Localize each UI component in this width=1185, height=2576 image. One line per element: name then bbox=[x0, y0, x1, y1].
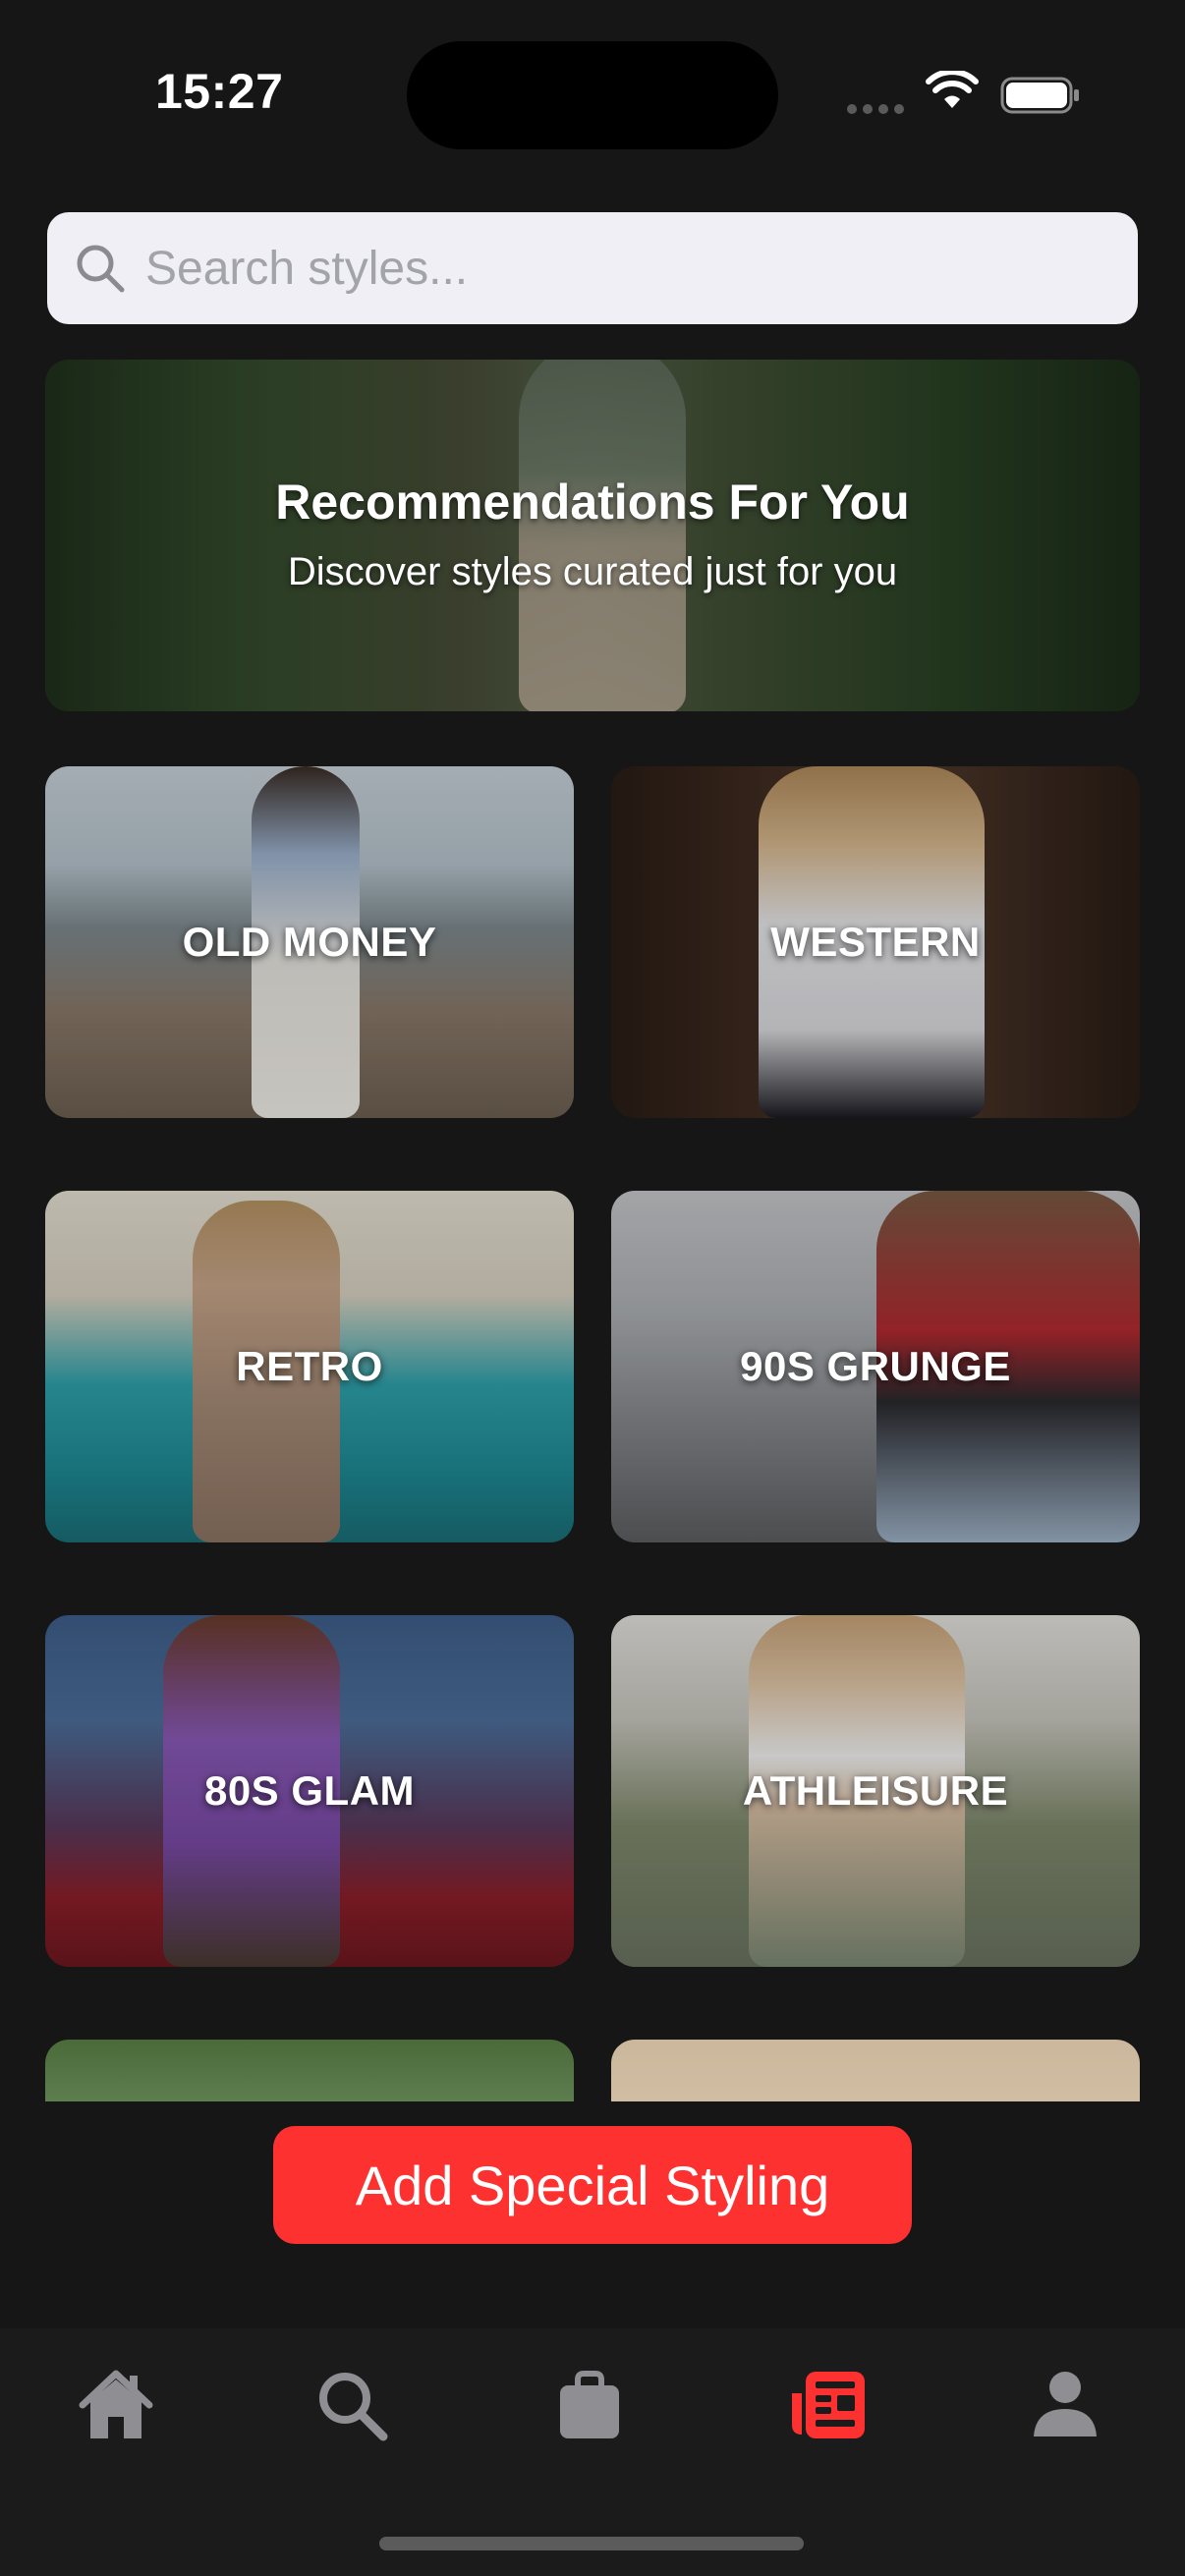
home-indicator[interactable] bbox=[379, 2537, 804, 2550]
search-bar[interactable] bbox=[47, 211, 1138, 325]
style-card-90s-grunge[interactable]: 90S GRUNGE bbox=[611, 1191, 1140, 1542]
style-card-old-money[interactable]: OLD MONEY bbox=[45, 766, 574, 1118]
style-label: 90S GRUNGE bbox=[740, 1343, 1011, 1389]
style-label: RETRO bbox=[236, 1343, 383, 1389]
style-card-partial[interactable] bbox=[611, 2040, 1140, 2101]
home-icon bbox=[79, 2370, 153, 2438]
recommendations-card[interactable]: Recommendations For You Discover styles … bbox=[45, 360, 1140, 711]
status-bar: 15:27 bbox=[0, 0, 1185, 187]
styles-scroll-area[interactable]: Recommendations For You Discover styles … bbox=[0, 358, 1185, 2101]
dynamic-island bbox=[407, 41, 778, 149]
profile-icon bbox=[1034, 2372, 1097, 2436]
search-icon bbox=[319, 2373, 388, 2441]
tab-styles[interactable] bbox=[768, 2346, 886, 2464]
tab-profile[interactable] bbox=[1006, 2346, 1124, 2464]
bag-icon bbox=[560, 2371, 619, 2438]
style-label: 80S GLAM bbox=[203, 1767, 416, 1814]
style-card-partial[interactable] bbox=[45, 2040, 574, 2101]
search-input[interactable] bbox=[143, 211, 1138, 325]
style-card-western[interactable]: WESTERN bbox=[611, 766, 1140, 1118]
tab-search[interactable] bbox=[293, 2346, 411, 2464]
battery-icon bbox=[1000, 77, 1079, 114]
style-label: ATHLEISURE bbox=[742, 1767, 1009, 1814]
tab-bag[interactable] bbox=[531, 2346, 649, 2464]
style-label: OLD MONEY bbox=[182, 919, 437, 965]
tab-home[interactable] bbox=[57, 2346, 175, 2464]
style-grid: OLD MONEY WESTERN RETRO 90S GRUNGE 80S G… bbox=[45, 766, 1140, 2101]
add-special-styling-button[interactable]: Add Special Styling bbox=[273, 2126, 912, 2244]
search-icon bbox=[77, 245, 125, 293]
recommendations-title: Recommendations For You bbox=[275, 475, 910, 530]
style-card-80s-glam[interactable]: 80S GLAM bbox=[45, 1615, 574, 1967]
style-card-athleisure[interactable]: ATHLEISURE bbox=[611, 1615, 1140, 1967]
cellular-signal-icon bbox=[847, 104, 904, 114]
styles-icon bbox=[792, 2372, 865, 2438]
status-time: 15:27 bbox=[155, 64, 284, 119]
recommendations-subtitle: Discover styles curated just for you bbox=[287, 550, 898, 593]
style-label: WESTERN bbox=[770, 919, 981, 965]
wifi-icon bbox=[926, 71, 979, 108]
style-card-retro[interactable]: RETRO bbox=[45, 1191, 574, 1542]
